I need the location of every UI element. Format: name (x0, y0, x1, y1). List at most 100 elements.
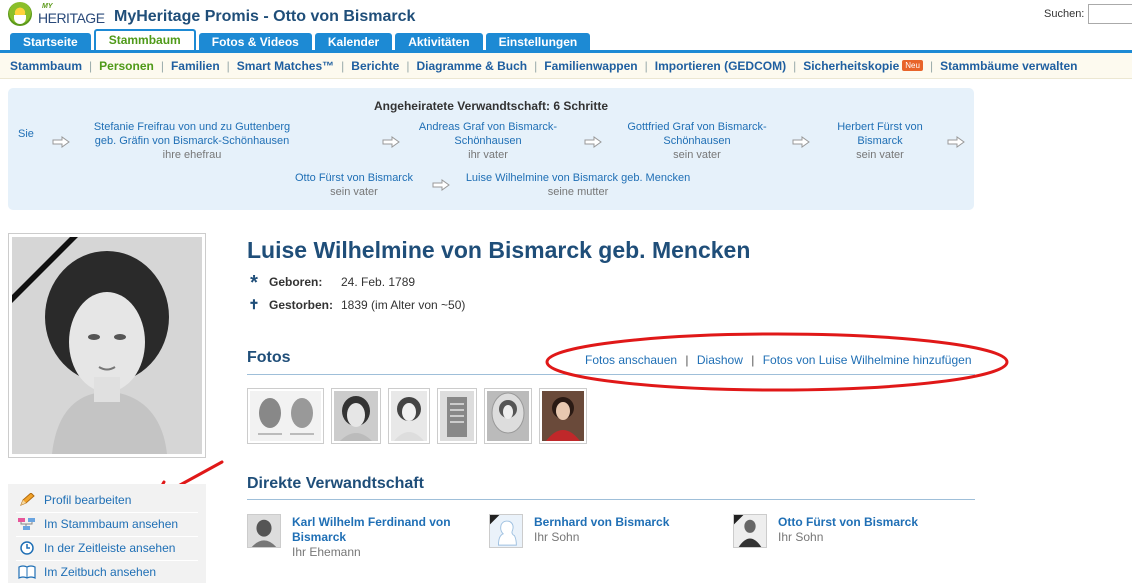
subnav-stammbaum[interactable]: Stammbaum (10, 59, 82, 73)
view-in-timebook-action[interactable]: Im Zeitbuch ansehen (18, 562, 156, 582)
subnav-berichte[interactable]: Berichte (351, 59, 399, 73)
relationship-step-role: ihre ehefrau (162, 149, 222, 161)
relationship-step-role: sein vater (673, 149, 721, 161)
photo-thumbnails (247, 388, 594, 444)
relationship-step-name[interactable]: Andreas Graf von Bismarck-Schönhausen (408, 120, 568, 148)
arrow-right-icon (52, 136, 70, 148)
subnav-sicherheitskopie[interactable]: Sicherheitskopie Neu (803, 59, 923, 73)
subnav-separator: | (534, 59, 538, 73)
relative-avatar[interactable] (247, 514, 281, 548)
view-in-tree-action[interactable]: Im Stammbaum ansehen (18, 514, 178, 534)
relationship-step-role: seine mutter (547, 186, 609, 198)
view-in-timeline-action[interactable]: In der Zeitleiste ansehen (18, 538, 175, 558)
subnav-sicherheitskopie-label: Sicherheitskopie (803, 59, 900, 73)
subnav-familien[interactable]: Familien (171, 59, 220, 73)
relative-relation: Ihr Sohn (534, 530, 580, 544)
tree-icon (18, 517, 36, 531)
birth-value: 24. Feb. 1789 (341, 275, 416, 289)
subnav-separator: | (929, 59, 934, 73)
thumbnail-image (487, 391, 529, 441)
subnav-importieren[interactable]: Importieren (GEDCOM) (655, 59, 786, 73)
person-name: Luise Wilhelmine von Bismarck geb. Menck… (247, 237, 751, 263)
red-annotation-ellipse (545, 332, 1009, 392)
relative-name-link[interactable]: Karl Wilhelm Ferdinand von Bismarck (292, 515, 462, 545)
relationship-step-name[interactable]: Luise Wilhelmine von Bismarck geb. Menck… (462, 171, 694, 185)
profile-photo[interactable] (8, 233, 206, 458)
relationship-step-role: sein vater (856, 149, 904, 161)
birth-label: Geboren: (269, 275, 323, 289)
relative-card: Karl Wilhelm Ferdinand von Bismarck Ihr … (247, 514, 467, 564)
birth-asterisk-icon: * (250, 272, 258, 294)
relationship-step-name[interactable]: Stefanie Freifrau von und zu Guttenberg … (86, 120, 298, 148)
subnav-familienwappen[interactable]: Familienwappen (544, 59, 637, 73)
relative-name-link[interactable]: Bernhard von Bismarck (534, 515, 704, 530)
relationship-step: Luise Wilhelmine von Bismarck geb. Menck… (462, 171, 694, 199)
relationship-step-name[interactable]: Herbert Fürst von Bismarck (820, 120, 940, 148)
thumbnail-image (542, 391, 584, 441)
subnav-separator: | (406, 59, 410, 73)
thumbnail-image (440, 391, 474, 441)
thumbnail-image (334, 391, 378, 441)
main-tabs: Startseite Stammbaum Fotos & Videos Kale… (10, 29, 593, 51)
relationship-step: Otto Fürst von Bismarck sein vater (284, 171, 424, 199)
relationship-start: Sie (18, 127, 38, 141)
logo-text: HERITAGE (38, 10, 105, 26)
photo-thumbnail[interactable] (388, 388, 430, 444)
tab-stammbaum[interactable]: Stammbaum (93, 29, 196, 51)
subnav-smart-matches[interactable]: Smart Matches™ (237, 59, 334, 73)
edit-profile-action[interactable]: Profil bearbeiten (18, 490, 131, 510)
site-title: MyHeritage Promis - Otto von Bismarck (114, 8, 416, 25)
view-in-tree-label: Im Stammbaum ansehen (44, 517, 179, 531)
subnav-diagramme-buch[interactable]: Diagramme & Buch (416, 59, 527, 73)
arrow-right-icon (947, 136, 965, 148)
subnav-personen[interactable]: Personen (99, 59, 154, 73)
subnav-separator: | (160, 59, 164, 73)
death-label: Gestorben: (269, 298, 334, 312)
relationship-step: Gottfried Graf von Bismarck-Schönhausen … (614, 120, 780, 162)
photo-thumbnail[interactable] (484, 388, 532, 444)
relative-card: Bernhard von Bismarck Ihr Sohn (489, 514, 709, 564)
relative-name-link[interactable]: Otto Fürst von Bismarck (778, 515, 948, 530)
search-input[interactable] (1088, 4, 1132, 24)
mourning-ribbon-icon (12, 237, 78, 303)
relationship-step-role: sein vater (330, 186, 378, 198)
male-silhouette-icon[interactable] (489, 514, 523, 548)
relationship-step-name[interactable]: Gottfried Graf von Bismarck-Schönhausen (614, 120, 780, 148)
relative-card: Otto Fürst von Bismarck Ihr Sohn (733, 514, 953, 564)
subnav-stammbaeume-verwalten[interactable]: Stammbäume verwalten (940, 59, 1077, 73)
relationship-title: Angeheiratete Verwandtschaft: 6 Schritte (373, 99, 609, 113)
photo-thumbnail[interactable] (539, 388, 587, 444)
relationship-step-name[interactable]: Otto Fürst von Bismarck (284, 171, 424, 185)
arrow-right-icon (382, 136, 400, 148)
photo-thumbnail[interactable] (331, 388, 381, 444)
timeline-icon (18, 541, 36, 555)
action-divider (16, 512, 198, 513)
photo-thumbnail[interactable] (437, 388, 477, 444)
thumbnail-image (391, 391, 427, 441)
arrow-right-icon (432, 179, 450, 191)
edit-profile-label: Profil bearbeiten (44, 493, 132, 507)
photos-section-title: Fotos (247, 349, 291, 366)
relationship-start-label[interactable]: Sie (18, 127, 38, 141)
thumbnail-image (250, 391, 321, 441)
death-cross-icon: ✝ (248, 297, 260, 312)
myheritage-logo[interactable]: MY HERITAGE (8, 2, 108, 28)
relative-avatar[interactable] (733, 514, 767, 548)
view-in-timebook-label: Im Zeitbuch ansehen (44, 565, 157, 579)
new-badge: Neu (902, 59, 923, 71)
tab-kalender[interactable]: Kalender (314, 33, 393, 51)
book-icon (18, 565, 36, 579)
tab-aktivitaeten[interactable]: Aktivitäten (395, 33, 483, 51)
profile-actions-panel: Profil bearbeiten Im Stammbaum ansehen I… (8, 484, 206, 583)
relatives-section-title: Direkte Verwandtschaft (247, 475, 424, 492)
arrow-right-icon (584, 136, 602, 148)
photo-thumbnail[interactable] (247, 388, 324, 444)
search-label: Suchen: (1044, 8, 1085, 20)
top-header: MY HERITAGE MyHeritage Promis - Otto von… (0, 0, 1132, 53)
tab-einstellungen[interactable]: Einstellungen (485, 33, 591, 51)
view-in-timeline-label: In der Zeitleiste ansehen (44, 541, 176, 555)
tab-startseite[interactable]: Startseite (10, 33, 91, 51)
tab-fotos-videos[interactable]: Fotos & Videos (198, 33, 312, 51)
relative-relation: Ihr Sohn (778, 530, 824, 544)
arrow-right-icon (792, 136, 810, 148)
